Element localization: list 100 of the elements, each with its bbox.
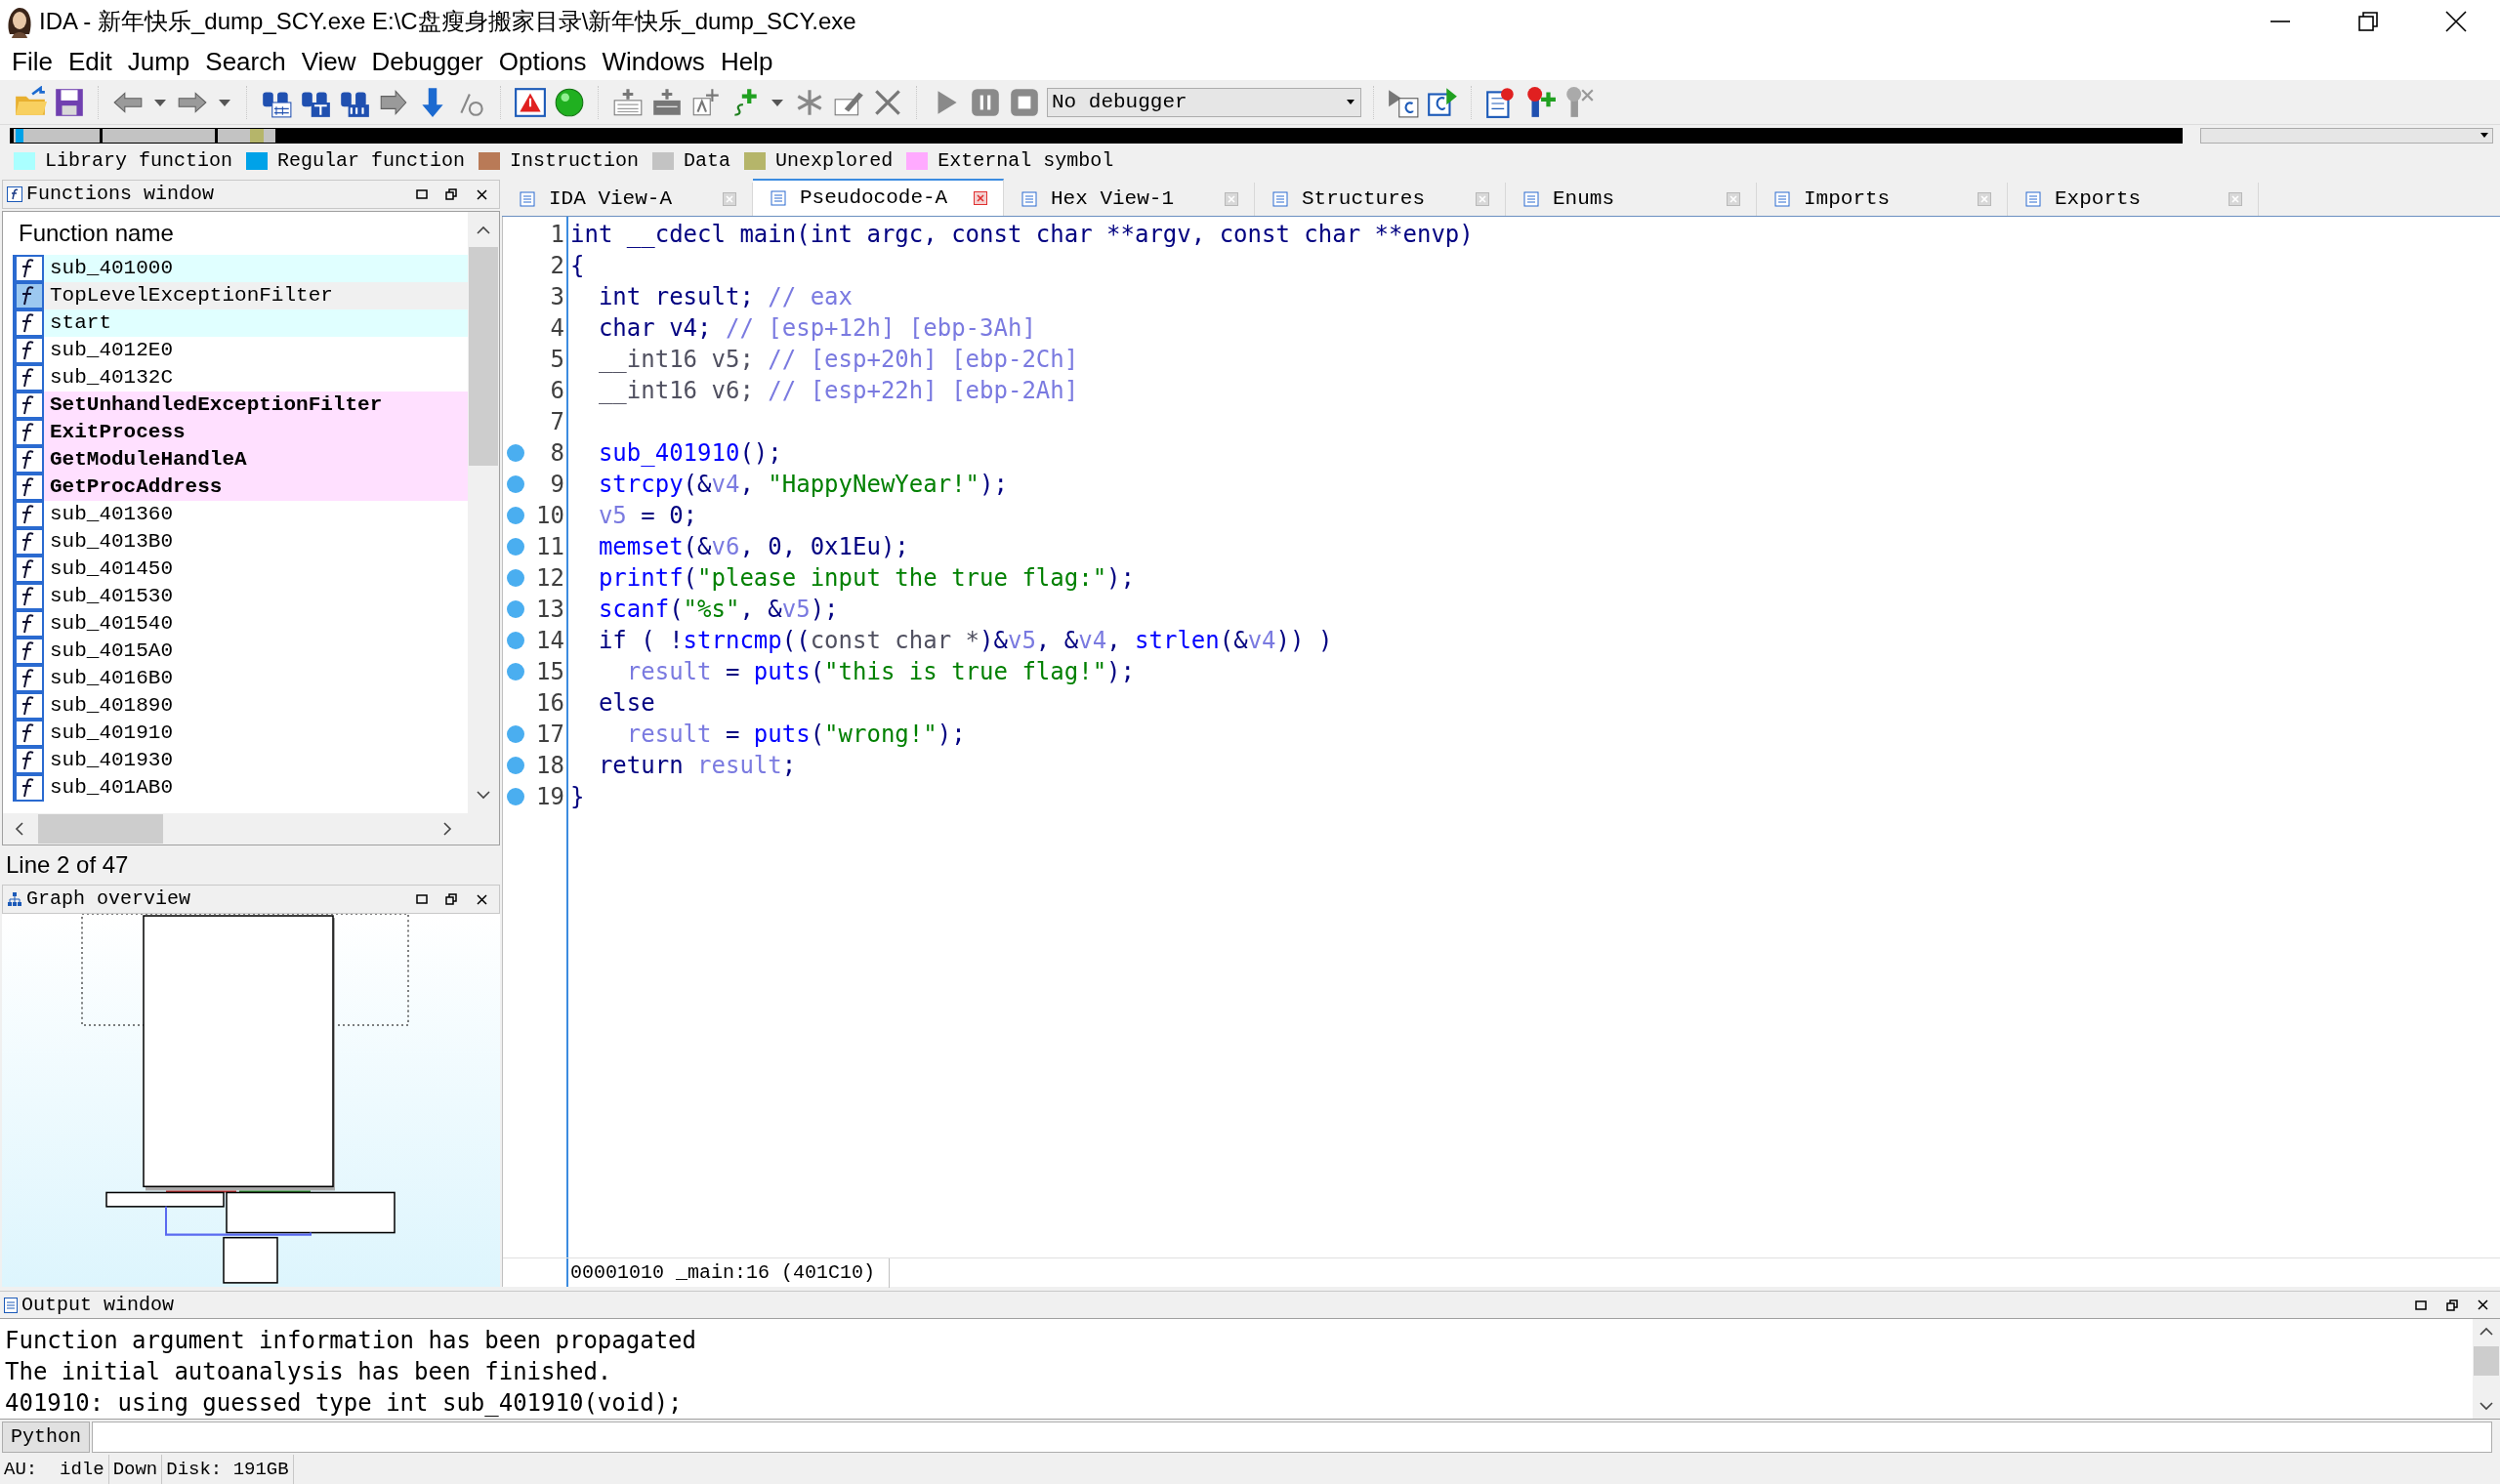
code-line: int __cdecl main(int argc, const char **argv, const char **envp) — [570, 220, 1474, 250]
document-icon — [1272, 191, 1288, 207]
menu-item[interactable]: Edit — [60, 42, 120, 81]
document-icon — [771, 190, 786, 206]
graph-overview-drawing[interactable] — [2, 914, 500, 1287]
horizontal-scrollbar[interactable] — [3, 813, 499, 845]
line-number: 11 — [535, 532, 565, 562]
function-list-item[interactable]: SetUnhandledExceptionFilter — [44, 392, 468, 419]
function-icon — [13, 309, 44, 337]
command-input[interactable] — [92, 1422, 2492, 1453]
column-header[interactable]: Function name — [13, 212, 468, 255]
code-line: __int16 v6; // [esp+22h] [ebp-2Ah] — [597, 376, 1079, 406]
line-number: 10 — [535, 501, 565, 531]
status-text: AU: idle — [0, 1455, 109, 1484]
maximize-icon[interactable] — [416, 893, 428, 905]
menu-item[interactable]: Options — [490, 42, 595, 81]
line-number: 15 — [535, 657, 565, 687]
function-icon — [13, 337, 44, 364]
line-number: 19 — [535, 782, 565, 812]
code-line: strcpy(&v4, "HappyNewYear!"); — [597, 470, 1008, 500]
float-icon[interactable] — [2446, 1298, 2458, 1311]
line-number: 6 — [549, 376, 565, 406]
function-list-item[interactable]: ExitProcess — [44, 419, 468, 446]
line-count-label: Line 2 of 47 — [5, 850, 130, 880]
code-line: scanf("%s", &v5); — [597, 595, 839, 625]
location-label: 00001010 _main:16 (401C10) — [568, 1257, 891, 1288]
navigation-band[interactable] — [10, 128, 2183, 144]
code-line: return result; — [597, 751, 797, 781]
warning-icon[interactable] — [514, 85, 547, 119]
debugger-dropdown[interactable]: No debugger — [1047, 87, 1361, 117]
scroll-down-icon[interactable] — [477, 790, 490, 800]
code-line: __int16 v5; // [esp+20h] [ebp-2Ch] — [597, 345, 1079, 375]
code-line: else — [597, 688, 655, 719]
function-icon — [13, 419, 44, 446]
caret-icon[interactable] — [2480, 133, 2488, 139]
legend-label: External symbol — [938, 148, 1114, 174]
function-icon — [13, 255, 44, 282]
function-icon — [13, 638, 44, 665]
tab[interactable]: Pseudocode-A — [753, 179, 1004, 216]
code-line: if ( !strncmp((const char *)&v5, &v4, strlen(&v4)) ) — [597, 626, 1333, 656]
line-number: 14 — [535, 626, 565, 656]
run-script-icon[interactable] — [1426, 85, 1459, 119]
vertical-scrollbar[interactable] — [2473, 1319, 2500, 1419]
function-list-item[interactable]: sub_401000 — [44, 255, 468, 282]
function-list-item[interactable]: GetModuleHandleA — [44, 446, 468, 474]
scroll-up-icon[interactable] — [2479, 1327, 2493, 1337]
menu-item[interactable]: View — [293, 42, 364, 81]
function-list-item[interactable]: TopLevelExceptionFilter — [44, 282, 468, 309]
line-number: 3 — [549, 282, 565, 312]
scroll-up-icon[interactable] — [477, 226, 490, 235]
menu-item[interactable]: Help — [712, 42, 781, 81]
caret-icon[interactable] — [1347, 99, 1354, 105]
code-line: int result; // eax — [597, 282, 853, 312]
line-number: 9 — [549, 470, 565, 500]
maximize-icon[interactable] — [2415, 1298, 2427, 1311]
panel-title: Output window — [21, 1292, 175, 1318]
code-line: } — [570, 782, 585, 812]
float-icon[interactable] — [445, 893, 457, 905]
legend-label: Unexplored — [775, 148, 894, 174]
line-number: 18 — [535, 751, 565, 781]
code-line: result = puts("wrong!"); — [625, 720, 966, 750]
menu-item[interactable]: Windows — [594, 42, 713, 81]
menu-item[interactable]: File — [4, 42, 61, 81]
line-number: 5 — [549, 345, 565, 375]
function-icon — [13, 720, 44, 747]
function-list-item[interactable]: start — [44, 309, 468, 337]
maximize-icon[interactable] — [416, 188, 428, 200]
document-icon — [1774, 191, 1790, 207]
close-icon[interactable] — [477, 893, 487, 905]
function-icon — [7, 186, 22, 202]
function-icon — [13, 528, 44, 556]
menu-item[interactable]: Debugger — [363, 42, 491, 81]
function-icon — [13, 474, 44, 501]
line-number: 12 — [535, 563, 565, 594]
function-icon — [13, 501, 44, 528]
function-icon — [13, 364, 44, 392]
legend-label: Instruction — [510, 148, 640, 174]
line-number: 16 — [535, 688, 565, 719]
close-icon[interactable] — [2445, 11, 2467, 32]
vertical-scrollbar[interactable] — [468, 212, 499, 813]
function-icon — [13, 446, 44, 474]
function-list-item[interactable]: GetProcAddress — [44, 474, 468, 501]
code-line: { — [570, 251, 585, 281]
document-icon — [1021, 191, 1037, 207]
code-line: char v4; // [esp+12h] [ebp-3Ah] — [597, 313, 1036, 344]
scroll-right-icon[interactable] — [442, 822, 452, 836]
line-number: 1 — [549, 220, 565, 250]
scroll-left-icon[interactable] — [15, 822, 24, 836]
menu-item[interactable]: Search — [197, 42, 294, 81]
line-number: 4 — [549, 313, 565, 344]
menu-item[interactable]: Jump — [119, 42, 198, 81]
close-icon[interactable] — [2478, 1299, 2488, 1310]
scroll-down-icon[interactable] — [2479, 1401, 2493, 1411]
close-icon[interactable] — [477, 188, 487, 200]
function-icon — [13, 747, 44, 774]
line-number: 8 — [549, 438, 565, 469]
output-icon — [4, 1297, 18, 1313]
restore-icon[interactable] — [2357, 11, 2379, 32]
language-button[interactable]: Python — [2, 1422, 90, 1453]
float-icon[interactable] — [445, 188, 457, 200]
